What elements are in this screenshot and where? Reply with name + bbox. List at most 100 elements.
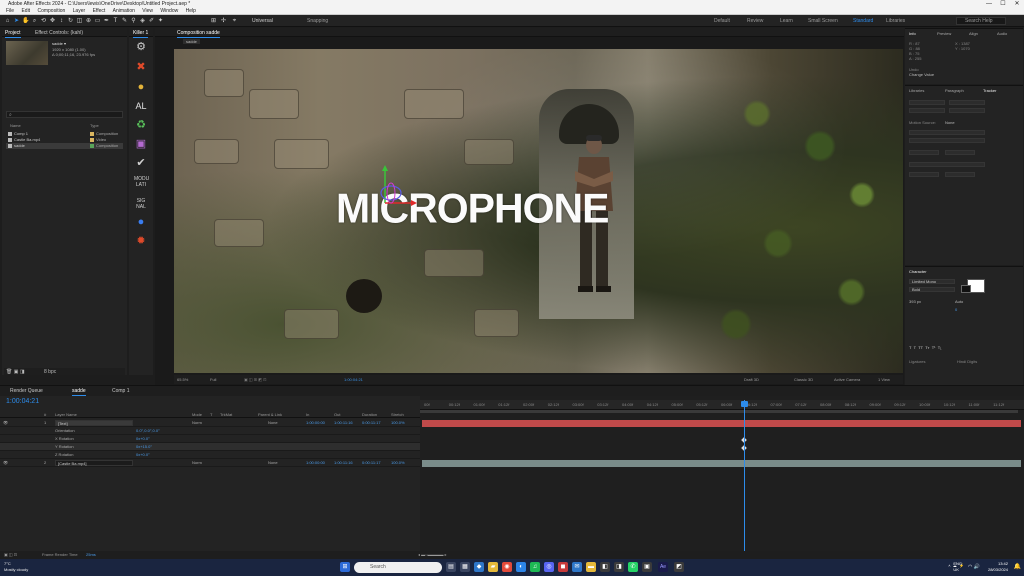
- stabilize-motion-button[interactable]: [949, 108, 985, 113]
- property-y-rotation[interactable]: Y Rotation 0x+15.0°: [0, 443, 420, 451]
- edit-target-button[interactable]: [909, 150, 939, 155]
- menu-composition[interactable]: Composition: [37, 8, 65, 15]
- tab-composition[interactable]: Composition sadde: [177, 30, 220, 38]
- after-effects-icon[interactable]: Ae: [658, 562, 668, 572]
- time-ruler[interactable]: 00f 00:12f 01:00f 01:12f 02:00f 02:12f 03:00f 0…: [420, 400, 1024, 410]
- widgets-icon[interactable]: ▦: [460, 562, 470, 572]
- star-icon[interactable]: ✹: [134, 235, 148, 247]
- column-type[interactable]: Type: [90, 123, 99, 128]
- taskbar-search[interactable]: Search: [354, 562, 442, 573]
- menu-view[interactable]: View: [142, 8, 153, 15]
- options-button[interactable]: [945, 150, 975, 155]
- eye-icon[interactable]: 👁: [3, 419, 8, 427]
- column-name[interactable]: Name: [10, 123, 21, 128]
- snapping-checkbox[interactable]: Snapping: [307, 18, 328, 24]
- discord-icon[interactable]: ◎: [544, 562, 554, 572]
- property-value[interactable]: 0x+15.0°: [136, 443, 152, 451]
- comp-breadcrumb[interactable]: sadde: [183, 39, 200, 44]
- current-time-display[interactable]: 1:00:04:21: [6, 398, 39, 405]
- app-icon[interactable]: ◩: [674, 562, 684, 572]
- camera-dropdown[interactable]: Classic 3D: [794, 377, 813, 382]
- taskbar-clock[interactable]: 13:42 28/03/2024: [988, 561, 1008, 573]
- tab-paragraph[interactable]: Paragraph: [945, 88, 964, 93]
- layer-parent[interactable]: None: [268, 459, 278, 467]
- recycle-icon[interactable]: ♻: [134, 119, 148, 131]
- tab-libraries[interactable]: Libraries: [909, 88, 924, 93]
- pan-tool-icon[interactable]: ✥: [49, 18, 56, 24]
- layer-out[interactable]: 1:00:11:16: [334, 459, 353, 467]
- layer-duration[interactable]: 0:00:11:17: [362, 419, 381, 427]
- property-value[interactable]: 0x+0.0°: [136, 451, 150, 459]
- tab-killer[interactable]: Killer 1: [133, 30, 149, 38]
- renderer-dropdown[interactable]: Draft 3D: [744, 377, 759, 382]
- selection-tool-icon[interactable]: ➤: [13, 18, 20, 24]
- layer-row-text[interactable]: 👁 1 [Text] Norm None 1:00:00:00 1:00:11:…: [0, 419, 420, 427]
- tab-comp1[interactable]: Comp 1: [112, 388, 130, 394]
- circle-icon[interactable]: ●: [134, 216, 148, 228]
- menu-animation[interactable]: Animation: [113, 8, 135, 15]
- tab-info[interactable]: Info: [909, 31, 916, 36]
- tab-render-queue[interactable]: Render Queue: [10, 388, 43, 394]
- workspace-small-screen[interactable]: Small Screen: [808, 18, 838, 24]
- work-area-bar[interactable]: [420, 410, 1018, 413]
- world-axis-icon[interactable]: ✢: [220, 18, 227, 24]
- close-button[interactable]: ✕: [1010, 0, 1024, 8]
- apply-button[interactable]: [945, 172, 975, 177]
- footer-icons[interactable]: ▣ ◫ ⊡: [4, 552, 17, 557]
- pen-tool-icon[interactable]: ✒: [103, 18, 110, 24]
- font-family-dropdown[interactable]: Limited Mono: [909, 279, 955, 284]
- property-value[interactable]: 0x+0.0°: [136, 435, 150, 443]
- tab-audio[interactable]: Audio: [997, 31, 1007, 36]
- photos-icon[interactable]: ◧: [600, 562, 610, 572]
- brush-tool-icon[interactable]: ✎: [121, 18, 128, 24]
- tab-effect-controls[interactable]: Effect Controls: (kahl): [35, 30, 83, 36]
- zoom-tool-icon[interactable]: ⌕: [31, 18, 38, 24]
- menu-window[interactable]: Window: [160, 8, 178, 15]
- weather-widget[interactable]: 7°C Mostly cloudy: [4, 561, 28, 573]
- menu-file[interactable]: File: [6, 8, 14, 15]
- office-icon[interactable]: ◼: [558, 562, 568, 572]
- layer-stretch[interactable]: 100.0%: [391, 419, 405, 427]
- network-volume-icons[interactable]: ◠ 🔊: [968, 564, 980, 570]
- composition-viewer[interactable]: MICROPHONE: [174, 49, 903, 373]
- signal-icon[interactable]: SIG NAL: [134, 198, 148, 210]
- home-icon[interactable]: ⌂: [4, 18, 11, 24]
- menu-edit[interactable]: Edit: [21, 8, 30, 15]
- rectangle-tool-icon[interactable]: ▭: [94, 18, 101, 24]
- tab-project[interactable]: Project: [5, 30, 21, 38]
- local-axis-icon[interactable]: ⊞: [210, 18, 217, 24]
- project-search-input[interactable]: ⌕: [6, 111, 123, 118]
- hand-tool-icon[interactable]: ✋: [22, 18, 29, 24]
- layer-mode[interactable]: Norm: [192, 459, 202, 467]
- warp-stabilizer-button[interactable]: [949, 100, 985, 105]
- cross-arrows-icon[interactable]: ✖: [134, 61, 148, 73]
- universal-label[interactable]: Universal: [252, 18, 273, 24]
- ligatures-checkbox[interactable]: Ligatures: [909, 359, 925, 364]
- eraser-tool-icon[interactable]: ◈: [139, 18, 146, 24]
- modulati-icon[interactable]: MODU LATI: [134, 176, 149, 188]
- layer-stretch[interactable]: 100.0%: [391, 459, 405, 467]
- property-z-rotation[interactable]: Z Rotation 0x+0.0°: [0, 451, 420, 459]
- minimize-button[interactable]: —: [982, 0, 996, 8]
- text-layer-bar[interactable]: [422, 420, 1021, 427]
- layer-out[interactable]: 1:00:11:16: [334, 419, 353, 427]
- gear-icon[interactable]: ⚙: [134, 41, 148, 53]
- zoom-dropdown[interactable]: 65.5%: [177, 377, 188, 382]
- chrome-icon[interactable]: ◉: [502, 562, 512, 572]
- menu-help[interactable]: Help: [186, 8, 196, 15]
- puppet-tool-icon[interactable]: ✦: [157, 18, 164, 24]
- orbit-tool-icon[interactable]: ⟲: [40, 18, 47, 24]
- pan-behind-tool-icon[interactable]: ⊕: [85, 18, 92, 24]
- views-dropdown[interactable]: 1 View: [878, 377, 890, 382]
- layer-mode[interactable]: Norm: [192, 419, 202, 427]
- text-style-buttons[interactable]: T T TT Tт T¹ T₁: [909, 345, 942, 350]
- workspace-review[interactable]: Review: [747, 18, 763, 24]
- viewer-timecode[interactable]: 1:00:04:21: [344, 377, 363, 382]
- 3d-transform-gizmo[interactable]: [377, 165, 417, 210]
- delete-icon[interactable]: 🗑 ▣ ◨: [6, 369, 25, 375]
- eye-icon[interactable]: 👁: [3, 459, 8, 467]
- resolution-dropdown[interactable]: Full: [210, 377, 216, 382]
- maximize-button[interactable]: ☐: [996, 0, 1010, 8]
- task-view-icon[interactable]: ▤: [446, 562, 456, 572]
- layer-in[interactable]: 1:00:00:00: [306, 419, 325, 427]
